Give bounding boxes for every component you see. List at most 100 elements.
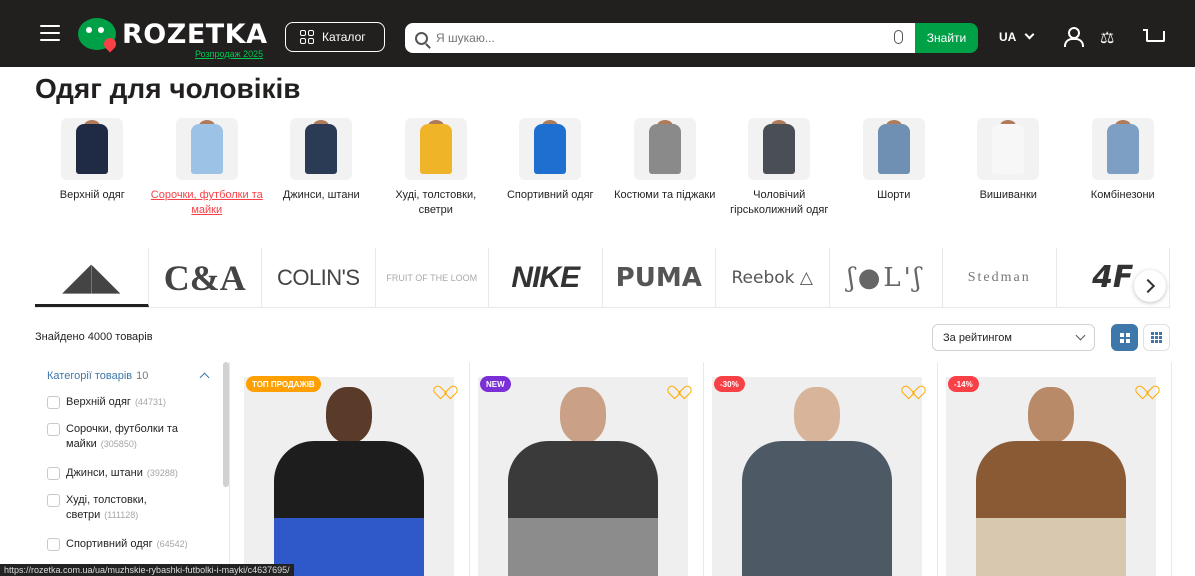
product-card[interactable]: -30% <box>704 362 938 576</box>
brand-puma[interactable]: PUMA <box>603 248 716 307</box>
category-image <box>1091 118 1154 180</box>
brand-logo: FRUIT OF THE LOOM <box>386 272 478 283</box>
catalog-button[interactable]: Каталог <box>285 22 385 52</box>
sidebar-scrollbar[interactable] <box>223 362 229 487</box>
category-tile[interactable]: Чоловічий гірськолижний одяг <box>722 118 837 218</box>
results-count: Знайдено 4000 товарів <box>35 331 153 343</box>
product-card[interactable]: NEW <box>470 362 704 576</box>
checkbox[interactable] <box>47 494 60 507</box>
brand-logo: PUMA <box>615 262 702 293</box>
brand-fruit-of-the-loom[interactable]: FRUIT OF THE LOOM <box>376 248 489 307</box>
brand-colins[interactable]: COLIN'S <box>262 248 376 307</box>
heart-icon[interactable] <box>1140 380 1153 392</box>
brand-nike[interactable]: NIKE <box>489 248 603 307</box>
filter-sidebar: Категорії товарів 10 Верхній одяг (44731) С… <box>35 362 230 576</box>
page-title: Одяг для чоловіків <box>35 73 301 104</box>
logo[interactable]: ROZETKA <box>78 18 268 53</box>
category-tile[interactable]: Шорти <box>837 118 952 218</box>
category-image <box>175 118 238 180</box>
filter-checkbox-item[interactable]: Джинси, штани (39288) <box>47 466 217 481</box>
product-image[interactable] <box>712 377 922 576</box>
sort-value: За рейтингом <box>943 331 1012 344</box>
category-image <box>290 118 353 180</box>
carousel-next-button[interactable] <box>1134 270 1166 302</box>
brand-stedman[interactable]: Stedman <box>943 248 1057 307</box>
sort-select[interactable]: За рейтингом <box>932 324 1095 351</box>
product-image[interactable] <box>244 377 454 576</box>
category-label: Шорти <box>877 189 911 201</box>
model-jacket <box>274 441 424 576</box>
category-tile[interactable]: Худі, толстовки, светри <box>379 118 494 218</box>
category-tile[interactable]: Джинси, штани <box>264 118 379 218</box>
category-label: Спортивний одяг <box>506 189 594 201</box>
checkbox[interactable] <box>47 467 60 480</box>
chevron-down-icon <box>1075 330 1086 341</box>
category-image <box>519 118 582 180</box>
product-image[interactable] <box>478 377 688 576</box>
filter-label: Джинси, штани <box>66 467 143 479</box>
cart-icon[interactable] <box>1143 29 1165 45</box>
filter-count: (111128) <box>104 510 139 520</box>
large-grid-view-button[interactable] <box>1111 324 1138 351</box>
category-tile[interactable]: Сорочки, футболки та майки <box>150 118 265 218</box>
filter-group-title[interactable]: Категорії товарів 10 <box>47 370 148 382</box>
category-image <box>977 118 1040 180</box>
menu-icon[interactable] <box>40 25 60 41</box>
checkbox[interactable] <box>47 538 60 551</box>
filter-checkbox-item[interactable]: Спортивний одяг (64542) <box>47 537 217 552</box>
search-bar <box>405 23 915 53</box>
filter-checkbox-item[interactable]: Сорочки, футболки та майки (305850) <box>47 422 217 452</box>
chevron-up-icon[interactable] <box>199 372 210 383</box>
language-selector[interactable]: UA <box>999 30 1016 44</box>
brand-reebok[interactable]: Reebok △ <box>716 248 830 307</box>
category-tile[interactable]: Комбінезони <box>1066 118 1181 218</box>
category-image <box>633 118 696 180</box>
filter-group-count: 10 <box>136 370 149 382</box>
model-head <box>794 387 840 443</box>
category-tile[interactable]: Костюми та піджаки <box>608 118 723 218</box>
model-jacket <box>976 441 1126 576</box>
category-tile[interactable]: Верхній одяг <box>35 118 150 218</box>
category-label: Худі, толстовки, светри <box>395 189 477 216</box>
product-card[interactable]: ТОП ПРОДАЖІВ <box>236 362 470 576</box>
filter-checkbox-item[interactable]: Худі, толстовки, светри (111128) <box>47 493 217 523</box>
header: ROZETKA Розпродаж 2025 Каталог Знайти UA… <box>0 0 1195 67</box>
filter-count: (39288) <box>146 468 178 478</box>
heart-icon[interactable] <box>906 380 919 392</box>
search-input[interactable] <box>436 31 876 45</box>
product-image[interactable] <box>946 377 1156 576</box>
brand-c-and-a[interactable]: C&A <box>149 248 262 307</box>
brand-adidas[interactable]: ◢◣ <box>35 248 149 307</box>
find-button[interactable]: Знайти <box>915 23 978 53</box>
model-head <box>560 387 606 443</box>
category-label: Джинси, штани <box>282 189 360 201</box>
microphone-icon[interactable] <box>894 30 903 44</box>
small-grid-view-button[interactable] <box>1143 324 1170 351</box>
filter-checkbox-item[interactable]: Верхній одяг (44731) <box>47 395 217 410</box>
product-card[interactable]: -14% <box>938 362 1172 576</box>
chevron-down-icon[interactable] <box>1024 29 1035 40</box>
checkbox[interactable] <box>47 396 60 409</box>
category-image <box>61 118 124 180</box>
heart-icon[interactable] <box>438 380 451 392</box>
checkbox[interactable] <box>47 423 60 436</box>
compare-icon[interactable]: ⚖ <box>1100 28 1114 47</box>
filter-count: (44731) <box>134 397 166 407</box>
category-label: Комбінезони <box>1090 189 1155 201</box>
brand-logo: C&A <box>163 257 246 298</box>
brand-logo: NIKE <box>511 260 580 294</box>
brand-logo: ʃ●L'ʃ <box>847 262 924 293</box>
search-icon <box>415 31 428 45</box>
category-label: Верхній одяг <box>59 189 125 201</box>
category-tile[interactable]: Вишиванки <box>951 118 1066 218</box>
user-icon[interactable] <box>1064 27 1084 47</box>
category-tile[interactable]: Спортивний одяг <box>493 118 608 218</box>
heart-icon[interactable] <box>672 380 685 392</box>
filter-label: Спортивний одяг <box>66 538 153 550</box>
product-badge: NEW <box>480 376 511 392</box>
brand-solis[interactable]: ʃ●L'ʃ <box>830 248 943 307</box>
brand-logo: COLIN'S <box>276 264 360 290</box>
logo-text: ROZETKA <box>122 18 268 50</box>
sale-link[interactable]: Розпродаж 2025 <box>195 49 263 59</box>
filter-count: (64542) <box>156 539 188 549</box>
